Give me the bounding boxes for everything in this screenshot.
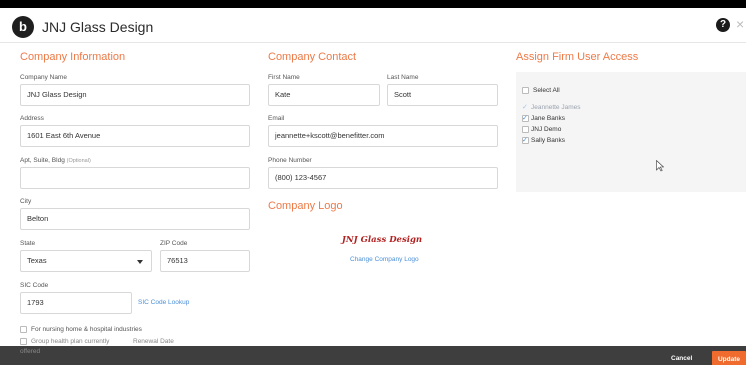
last-name-input[interactable]: Scott — [387, 84, 498, 106]
city-input[interactable]: Belton — [20, 208, 250, 230]
phone-input[interactable]: (800) 123-4567 — [268, 167, 498, 189]
cancel-button[interactable]: Cancel — [671, 355, 692, 362]
assign-firm-user-access-title: Assign Firm User Access — [516, 51, 639, 63]
company-name-input[interactable]: JNJ Glass Design — [20, 84, 250, 106]
apt-label: Apt, Suite, Bldg (Optional) — [20, 157, 91, 164]
company-logo-title: Company Logo — [268, 200, 343, 212]
user-jnj-demo: JNJ Demo — [531, 126, 562, 133]
user-checkbox[interactable] — [522, 126, 529, 133]
edit-company-modal: b JNJ Glass Design ? × Company Informati… — [0, 0, 746, 365]
check-icon[interactable]: ✓ — [522, 104, 528, 111]
company-information-title: Company Information — [20, 51, 126, 63]
close-icon[interactable]: × — [736, 16, 744, 32]
apt-label-text: Apt, Suite, Bldg — [20, 157, 65, 164]
benefitter-logo-icon: b — [12, 16, 34, 38]
state-select[interactable]: Texas — [20, 250, 152, 272]
check-icon: ✓ — [522, 115, 528, 122]
state-label: State — [20, 240, 36, 247]
sic-code-lookup-link[interactable]: SIC Code Lookup — [138, 299, 189, 306]
company-contact-title: Company Contact — [268, 51, 357, 63]
user-jane-banks: Jane Banks — [531, 115, 565, 122]
update-button[interactable]: Update — [712, 351, 746, 365]
first-name-label: First Name — [268, 74, 300, 81]
select-all-checkbox[interactable] — [522, 87, 529, 94]
city-label: City — [20, 198, 32, 205]
nursing-label: For nursing home & hospital industries — [31, 326, 142, 333]
help-icon[interactable]: ? — [716, 18, 730, 32]
chevron-down-icon — [137, 260, 143, 264]
apt-input[interactable] — [20, 167, 250, 189]
change-company-logo-link[interactable]: Change Company Logo — [350, 256, 419, 263]
email-input[interactable]: jeannette+kscott@benefitter.com — [268, 125, 498, 147]
last-name-label: Last Name — [387, 74, 419, 81]
company-logo-image: JNJ Glass Design — [341, 235, 423, 245]
group-health-label: Group health plan currently — [31, 338, 110, 345]
apt-optional-text: (Optional) — [66, 158, 91, 164]
sic-label: SIC Code — [20, 282, 49, 289]
zip-input[interactable]: 76513 — [160, 250, 250, 272]
address-input[interactable]: 1601 East 6th Avenue — [20, 125, 250, 147]
user-jeannette-james: Jeannette James — [531, 104, 581, 111]
first-name-input[interactable]: Kate — [268, 84, 380, 106]
modal-footer: offered Cancel Update — [0, 346, 746, 365]
sic-input[interactable]: 1793 — [20, 292, 132, 314]
zip-label: ZIP Code — [160, 240, 188, 247]
nursing-checkbox[interactable] — [20, 326, 27, 333]
company-name-label: Company Name — [20, 74, 67, 81]
renewal-date-label: Renewal Date — [133, 338, 174, 345]
check-icon: ✓ — [522, 137, 528, 144]
modal-header: b JNJ Glass Design ? × — [0, 8, 746, 43]
firm-user-access-panel: Select All ✓ Jeannette James ✓ Jane Bank… — [516, 72, 746, 192]
offered-label: offered — [20, 348, 41, 355]
user-sally-banks: Sally Banks — [531, 137, 565, 144]
state-select-value: Texas — [27, 256, 47, 265]
group-health-checkbox[interactable] — [20, 338, 27, 345]
modal-title: JNJ Glass Design — [42, 19, 154, 35]
mouse-cursor-icon — [656, 160, 664, 172]
phone-label: Phone Number — [268, 157, 312, 164]
select-all-label: Select All — [533, 87, 560, 94]
address-label: Address — [20, 115, 44, 122]
email-label: Email — [268, 115, 285, 122]
